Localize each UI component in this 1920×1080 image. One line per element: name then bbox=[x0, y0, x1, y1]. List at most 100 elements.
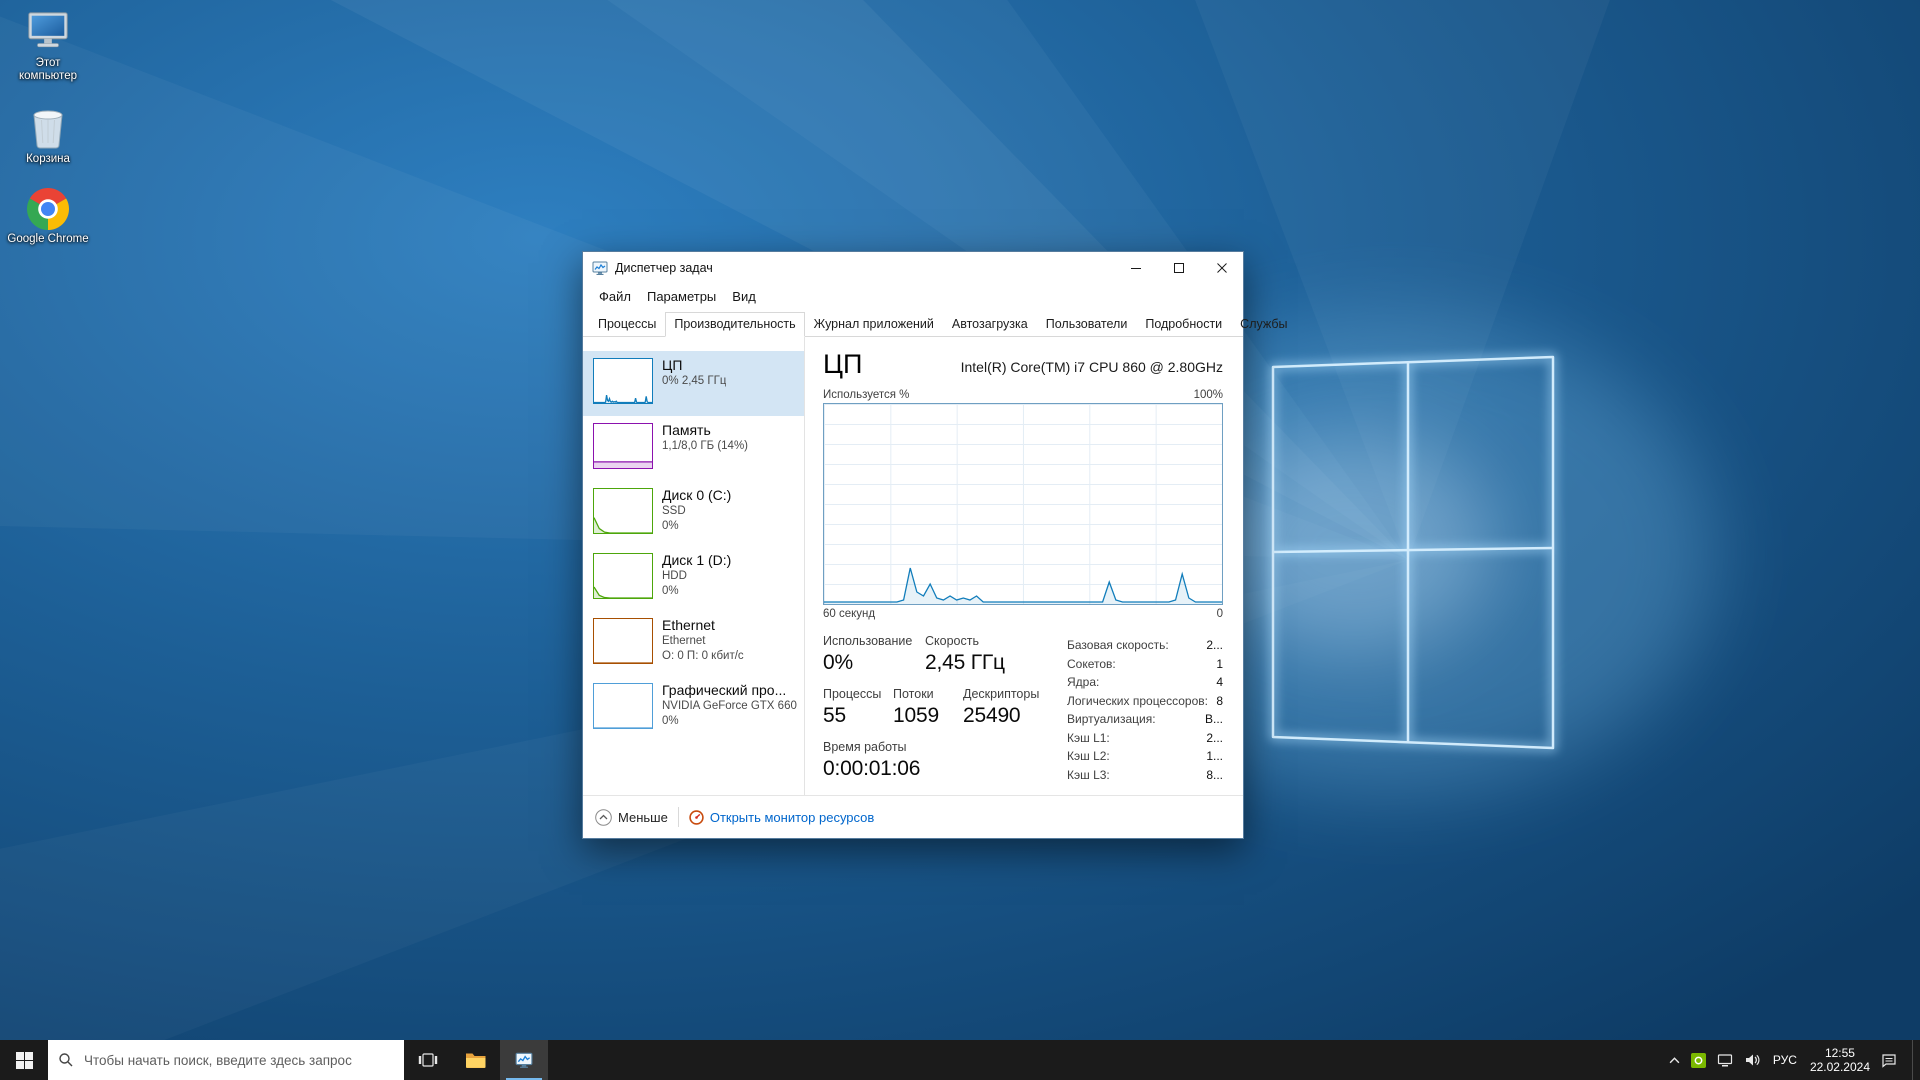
chevron-up-circle-icon bbox=[595, 809, 612, 826]
volume-tray-button[interactable] bbox=[1744, 1052, 1760, 1068]
hidden-icons-button[interactable] bbox=[1669, 1057, 1680, 1064]
sidebar-item-title: ЦП bbox=[662, 357, 726, 374]
sidebar-item-title: Ethernet bbox=[662, 617, 744, 634]
threads-value: 1059 bbox=[893, 704, 963, 728]
footer-separator bbox=[678, 807, 679, 827]
sidebar-item-title: Диск 1 (D:) bbox=[662, 552, 731, 569]
start-button[interactable] bbox=[0, 1040, 48, 1080]
menu-options[interactable]: Параметры bbox=[639, 289, 724, 304]
cpu-mini-chart bbox=[593, 358, 653, 404]
window-footer: Меньше Открыть монитор ресурсов bbox=[583, 795, 1243, 838]
fewer-details-label: Меньше bbox=[618, 810, 668, 825]
tab-details[interactable]: Подробности bbox=[1136, 312, 1231, 337]
ethernet-mini-chart bbox=[593, 618, 653, 664]
ethernet-network-icon bbox=[1717, 1052, 1733, 1068]
open-resource-monitor-link[interactable]: Открыть монитор ресурсов bbox=[689, 810, 874, 825]
recycle-bin-icon bbox=[28, 105, 68, 150]
sidebar-item-sub: HDD bbox=[662, 569, 731, 584]
perf-item-cpu[interactable]: ЦП 0% 2,45 ГГц bbox=[583, 351, 804, 416]
nvidia-icon bbox=[1691, 1053, 1706, 1068]
caption-buttons bbox=[1114, 252, 1243, 284]
tab-startup[interactable]: Автозагрузка bbox=[943, 312, 1037, 337]
gpu-mini-chart bbox=[593, 683, 653, 729]
close-button[interactable] bbox=[1200, 252, 1243, 284]
minimize-icon bbox=[1131, 263, 1141, 273]
detail-value: 8... bbox=[1206, 766, 1223, 785]
performance-content: ЦП 0% 2,45 ГГц Память 1,1/8,0 ГБ (14%) Д… bbox=[583, 337, 1243, 795]
detail-label: Ядра: bbox=[1067, 673, 1099, 692]
task-view-button[interactable] bbox=[404, 1040, 452, 1080]
cpu-panel: ЦП Intel(R) Core(TM) i7 CPU 860 @ 2.80GH… bbox=[805, 337, 1243, 795]
maximize-icon bbox=[1174, 263, 1184, 273]
language-indicator[interactable]: РУС bbox=[1771, 1053, 1799, 1067]
chart-ylabel: Используется % bbox=[823, 389, 909, 401]
detail-label: Сокетов: bbox=[1067, 655, 1116, 674]
desktop-icon-label: Google Chrome bbox=[7, 233, 88, 246]
action-center-icon bbox=[1881, 1052, 1897, 1068]
page-title: ЦП bbox=[823, 349, 862, 379]
tab-users[interactable]: Пользователи bbox=[1037, 312, 1137, 337]
desktop-icon-recycle-bin[interactable]: Корзина bbox=[6, 105, 90, 166]
detail-label: Кэш L2: bbox=[1067, 747, 1110, 766]
performance-sidebar: ЦП 0% 2,45 ГГц Память 1,1/8,0 ГБ (14%) Д… bbox=[583, 337, 805, 795]
desktop-icon-list: Этот компьютер Корзина Google Chrome bbox=[6, 10, 90, 246]
menu-bar: Файл Параметры Вид bbox=[583, 284, 1243, 308]
maximize-button[interactable] bbox=[1157, 252, 1200, 284]
perf-item-disk1[interactable]: Диск 1 (D:) HDD 0% bbox=[583, 546, 804, 611]
sidebar-item-title: Память bbox=[662, 422, 748, 439]
windows-start-icon bbox=[16, 1052, 33, 1069]
tab-performance[interactable]: Производительность bbox=[665, 312, 804, 337]
menu-view[interactable]: Вид bbox=[724, 289, 764, 304]
taskbar-clock[interactable]: 12:55 22.02.2024 bbox=[1810, 1046, 1870, 1074]
titlebar[interactable]: Диспетчер задач bbox=[583, 252, 1243, 284]
tab-services[interactable]: Службы bbox=[1231, 312, 1296, 337]
cpu-stats: Использование 0% Скорость 2,45 ГГц Проце… bbox=[823, 634, 1223, 793]
action-center-button[interactable] bbox=[1881, 1052, 1897, 1068]
file-explorer-button[interactable] bbox=[452, 1040, 500, 1080]
sidebar-item-sub: Ethernet bbox=[662, 634, 744, 649]
sidebar-item-title: Графический про... bbox=[662, 682, 797, 699]
menu-file[interactable]: Файл bbox=[591, 289, 639, 304]
perf-item-disk0[interactable]: Диск 0 (C:) SSD 0% bbox=[583, 481, 804, 546]
detail-value: В... bbox=[1205, 710, 1223, 729]
tab-bar: Процессы Производительность Журнал прило… bbox=[583, 308, 1243, 337]
close-icon bbox=[1217, 263, 1227, 273]
tab-processes[interactable]: Процессы bbox=[589, 312, 665, 337]
perf-item-ethernet[interactable]: Ethernet Ethernet О: 0 П: 0 кбит/с bbox=[583, 611, 804, 676]
window-title: Диспетчер задач bbox=[615, 261, 1107, 275]
open-resource-monitor-label: Открыть монитор ресурсов bbox=[710, 810, 874, 825]
desktop-icon-this-pc[interactable]: Этот компьютер bbox=[6, 10, 90, 83]
speed-value: 2,45 ГГц bbox=[925, 651, 1063, 675]
sidebar-item-title: Диск 0 (C:) bbox=[662, 487, 731, 504]
cpu-usage-chart bbox=[823, 403, 1223, 605]
chart-xmin: 60 секунд bbox=[823, 608, 875, 620]
network-tray-button[interactable] bbox=[1717, 1052, 1733, 1068]
task-manager-window: Диспетчер задач Файл Параметры Вид Проце… bbox=[582, 251, 1244, 839]
clock-time: 12:55 bbox=[1810, 1046, 1870, 1060]
fewer-details-button[interactable]: Меньше bbox=[595, 809, 668, 826]
detail-value: 1 bbox=[1216, 655, 1223, 674]
desktop-icon-google-chrome[interactable]: Google Chrome bbox=[6, 188, 90, 246]
taskbar-search[interactable] bbox=[48, 1040, 404, 1080]
minimize-button[interactable] bbox=[1114, 252, 1157, 284]
nvidia-tray-button[interactable] bbox=[1691, 1053, 1706, 1068]
memory-mini-chart bbox=[593, 423, 653, 469]
desktop-icon-label: Корзина bbox=[26, 153, 70, 166]
tab-app-history[interactable]: Журнал приложений bbox=[805, 312, 943, 337]
processes-value: 55 bbox=[823, 704, 893, 728]
sidebar-item-sub: 1,1/8,0 ГБ (14%) bbox=[662, 439, 748, 454]
sidebar-item-sub: 0% 2,45 ГГц bbox=[662, 374, 726, 389]
detail-label: Виртуализация: bbox=[1067, 710, 1156, 729]
perf-item-memory[interactable]: Память 1,1/8,0 ГБ (14%) bbox=[583, 416, 804, 481]
search-input[interactable] bbox=[82, 1052, 394, 1069]
file-explorer-icon bbox=[465, 1051, 487, 1069]
cpu-model: Intel(R) Core(TM) i7 CPU 860 @ 2.80GHz bbox=[961, 359, 1223, 379]
perf-item-gpu[interactable]: Графический про... NVIDIA GeForce GTX 66… bbox=[583, 676, 804, 741]
speaker-icon bbox=[1744, 1052, 1760, 1068]
resource-monitor-icon bbox=[689, 810, 704, 825]
detail-value: 2... bbox=[1206, 636, 1223, 655]
uptime-value: 0:00:01:06 bbox=[823, 757, 1063, 781]
sidebar-item-sub: 0% bbox=[662, 519, 731, 534]
task-manager-taskbar-button[interactable] bbox=[500, 1040, 548, 1080]
show-desktop-button[interactable] bbox=[1912, 1040, 1918, 1080]
